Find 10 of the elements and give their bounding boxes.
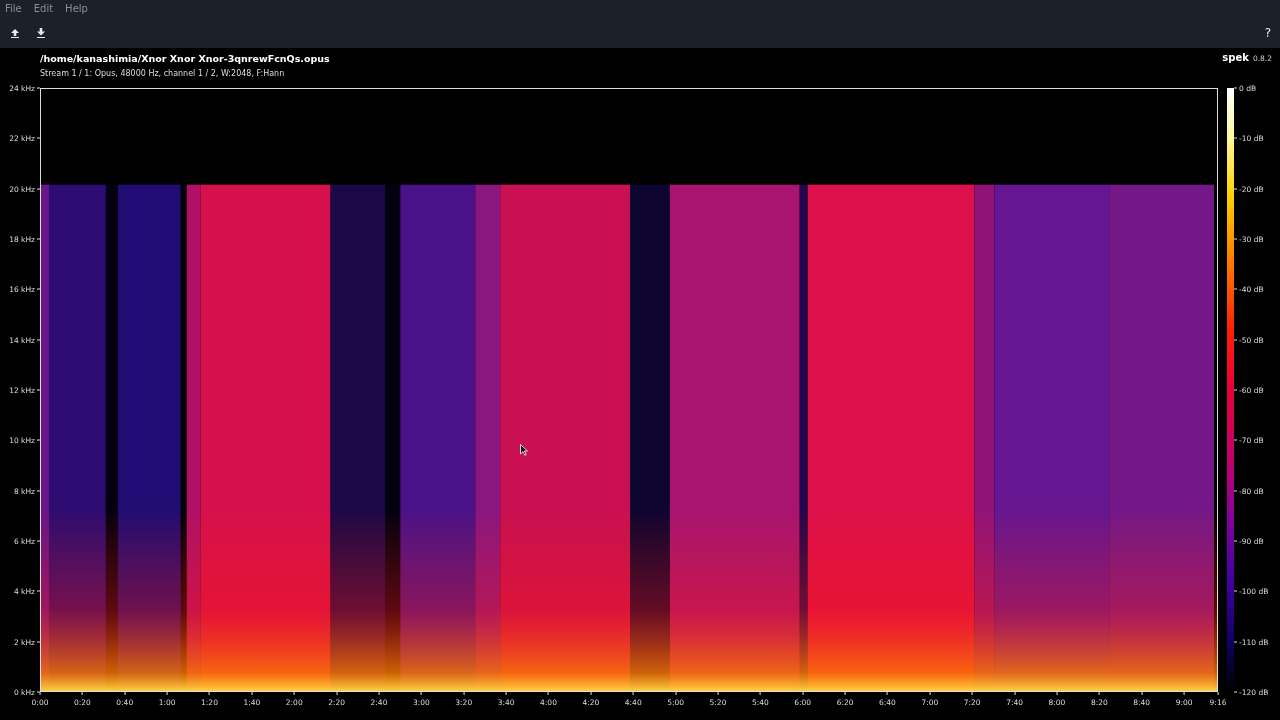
file-path: /home/kanashimia/Xnor Xnor Xnor-3qnrewFcnQs.opus <box>40 52 330 65</box>
mouse-pointer-icon <box>520 444 528 456</box>
help-button[interactable]: ? <box>1264 25 1271 40</box>
stream-info: Stream 1 / 1: Opus, 48000 Hz, channel 1 / 2, W:2048, F:Hann <box>40 68 286 79</box>
app-name: spek <box>1222 52 1249 63</box>
upload-icon[interactable] <box>10 27 20 38</box>
menu-item[interactable]: File <box>5 3 22 14</box>
download-icon[interactable] <box>36 27 46 38</box>
menu-item[interactable]: Help <box>65 3 88 14</box>
menu-item[interactable]: Edit <box>33 3 54 14</box>
